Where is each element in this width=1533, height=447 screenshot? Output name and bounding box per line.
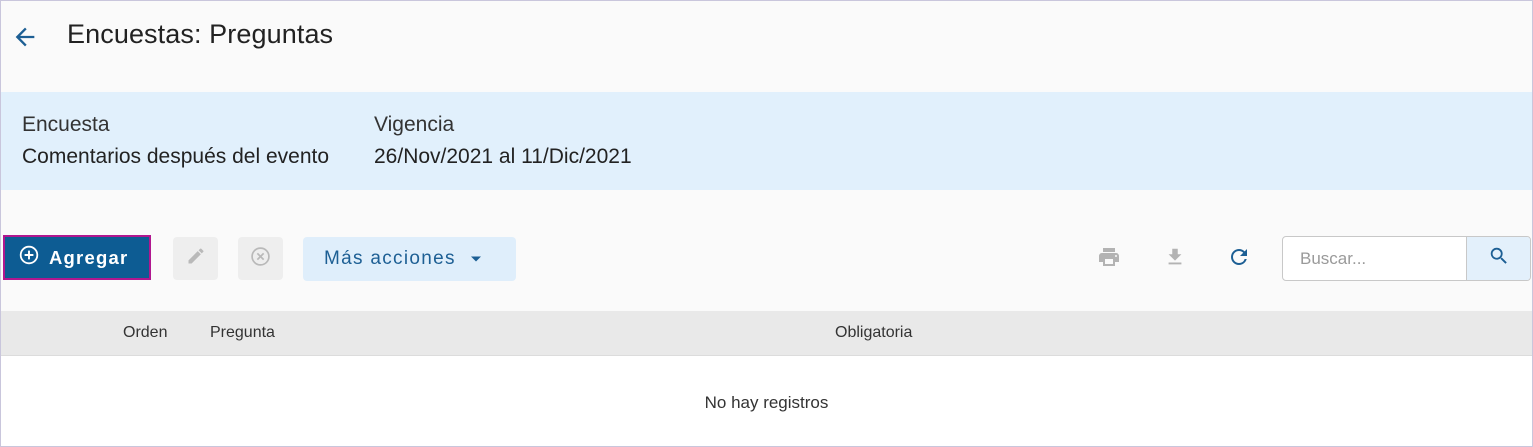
page-header: Encuestas: Preguntas [1, 1, 1532, 73]
more-actions-button[interactable]: Más acciones [303, 237, 516, 281]
search-icon [1488, 245, 1510, 272]
more-actions-label: Más acciones [324, 248, 456, 269]
download-button[interactable] [1157, 241, 1193, 277]
survey-info: Encuesta Comentarios después del evento [22, 112, 329, 170]
print-button[interactable] [1091, 241, 1127, 277]
plus-circle-icon [19, 245, 39, 270]
survey-info-panel: Encuesta Comentarios después del evento … [1, 92, 1532, 190]
print-icon [1097, 245, 1121, 274]
search-input[interactable] [1283, 237, 1468, 280]
column-header-obligatoria[interactable]: Obligatoria [835, 324, 912, 342]
caret-down-icon [470, 250, 482, 268]
delete-button[interactable] [238, 237, 283, 280]
validity-label: Vigencia [374, 113, 455, 136]
refresh-icon [1227, 245, 1251, 274]
back-button[interactable] [7, 21, 43, 57]
search-box [1282, 236, 1531, 281]
column-header-pregunta[interactable]: Pregunta [210, 324, 275, 342]
column-header-orden[interactable]: Orden [123, 324, 167, 342]
app-window: Encuestas: Preguntas Encuesta Comentario… [0, 0, 1533, 447]
search-button[interactable] [1466, 237, 1530, 280]
arrow-left-icon [11, 23, 39, 56]
add-button[interactable]: Agregar [3, 235, 151, 280]
validity-value: 26/Nov/2021 al 11/Dic/2021 [374, 145, 632, 168]
table-header: Orden Pregunta Obligatoria [1, 311, 1532, 356]
survey-value: Comentarios después del evento [22, 145, 330, 168]
survey-label: Encuesta [22, 113, 110, 136]
page-title: Encuestas: Preguntas [67, 19, 334, 49]
add-button-label: Agregar [49, 246, 129, 268]
table-body: No hay registros [1, 356, 1532, 446]
empty-state-text: No hay registros [704, 393, 829, 412]
validity-info: Vigencia 26/Nov/2021 al 11/Dic/2021 [374, 112, 632, 170]
edit-button[interactable] [173, 237, 218, 280]
pencil-icon [186, 246, 206, 271]
download-icon [1164, 246, 1186, 273]
close-circle-icon [250, 246, 271, 272]
refresh-button[interactable] [1221, 241, 1257, 277]
